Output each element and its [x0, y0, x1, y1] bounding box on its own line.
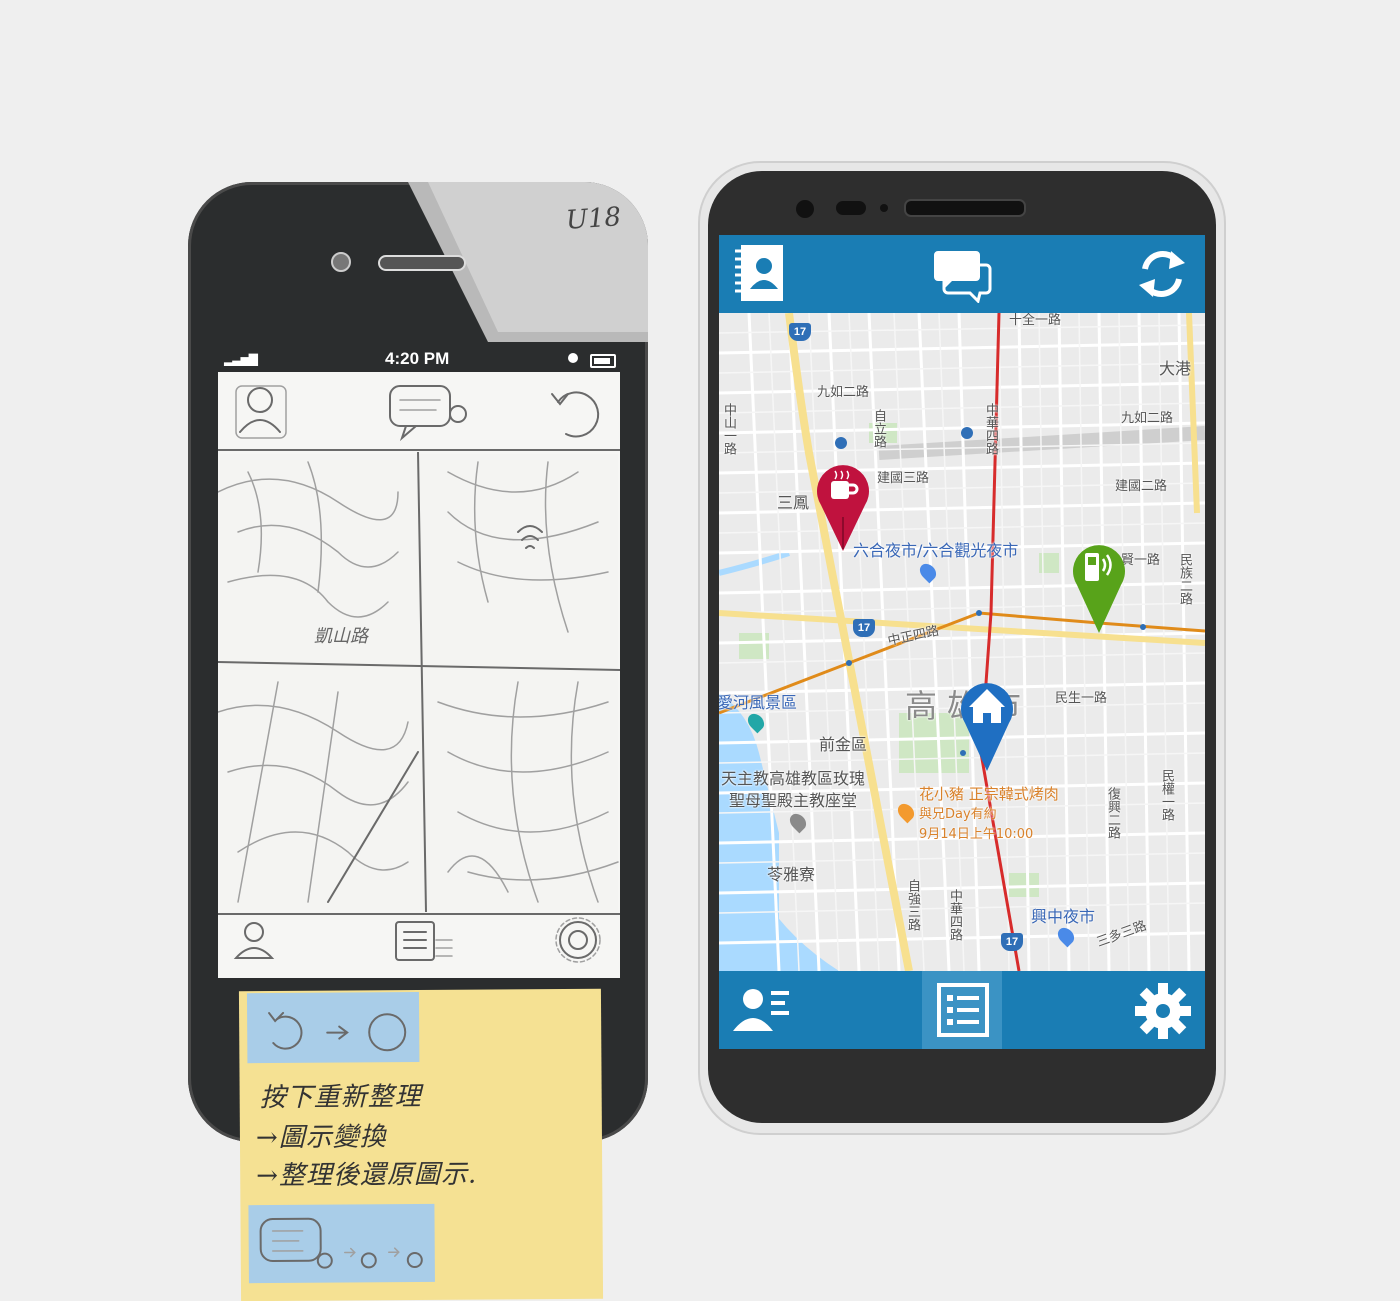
list-tab[interactable]: [935, 983, 991, 1037]
home-pin[interactable]: [959, 679, 1015, 773]
contacts-button[interactable]: [733, 243, 787, 303]
sketch-map: [218, 452, 620, 912]
android-phone-body: 17 17 17 高雄市 前金區 苓雅寮 九如二路 九如二路 建國二路 建國三路…: [708, 171, 1216, 1123]
sketch-bottom-bar: [218, 913, 620, 963]
refresh-flow-sketch: [268, 1011, 407, 1052]
sticky-line-1: 按下重新整理: [259, 1081, 422, 1114]
settings-tab[interactable]: [1133, 981, 1193, 1041]
bottom-nav-bar: [719, 971, 1205, 1049]
road-label: 中山一路: [721, 403, 736, 455]
android-phone-frame: 17 17 17 高雄市 前金區 苓雅寮 九如二路 九如二路 建國二路 建國三路…: [700, 163, 1224, 1133]
road-label: 復興二路: [1105, 787, 1120, 839]
poi-label-night-market[interactable]: 六合夜市/六合觀光夜市: [853, 537, 1018, 561]
proximity-sensor: [836, 201, 866, 215]
address-book-icon: [735, 245, 783, 301]
sketch-screen: 凱山路: [218, 372, 620, 978]
gear-icon: [1135, 983, 1191, 1039]
district-label: 前金區: [819, 735, 868, 754]
list-icon: [937, 983, 989, 1037]
sketch-contacts-icon: [235, 385, 287, 439]
sticky-note: 按下重新整理 →圖示變換 →整理後還原圖示.: [238, 988, 604, 1301]
poi-label-restaurant[interactable]: 花小豬 正宗韓式烤肉: [919, 783, 1059, 804]
map-pin-icon: [961, 683, 1013, 771]
district-label: 苓雅寮: [767, 865, 816, 884]
road-label: 中華四路: [983, 403, 998, 455]
poi-label-scenic[interactable]: 愛河風景區: [719, 689, 797, 713]
poi-label-church-2[interactable]: 聖母聖殿主教座堂: [729, 787, 857, 811]
sketch-settings-icon: [555, 917, 601, 963]
route-shield: 17: [789, 323, 811, 341]
road-label: 十全一路: [1009, 313, 1062, 328]
road-label: 自立路: [871, 409, 886, 448]
signal-icon: ▂▃▅▇: [224, 352, 258, 366]
sketch-top-bar: [218, 385, 620, 451]
chat-bubbles-icon: [934, 251, 992, 304]
chat-flow-sketch: [259, 1217, 423, 1269]
app-screen: 17 17 17 高雄市 前金區 苓雅寮 九如二路 九如二路 建國二路 建國三路…: [719, 235, 1205, 1049]
sketch-speaker: [378, 255, 466, 271]
refresh-icon: [1139, 251, 1185, 297]
road-label: 九如二路: [817, 385, 870, 400]
road-label: 自強三路: [905, 879, 920, 931]
road-label: 九如二路: [1121, 411, 1174, 426]
led-indicator: [880, 204, 888, 212]
sticky-line-3: →整理後還原圖示.: [256, 1159, 478, 1192]
phone-pin[interactable]: [1071, 541, 1127, 635]
sketch-camera-icon: [331, 252, 351, 272]
sketch-list-icon: [395, 921, 453, 961]
route-shield: 17: [1001, 933, 1023, 951]
sketch-profile-icon: [233, 922, 275, 959]
poi-label-event-time[interactable]: 9月14日上午10:00: [919, 823, 1033, 842]
chat-button[interactable]: [932, 245, 992, 304]
profile-tab[interactable]: [733, 985, 795, 1037]
coffee-pin[interactable]: [815, 461, 871, 553]
road-label: 民權一路: [1159, 769, 1174, 821]
road-label: 三鳳: [777, 493, 810, 512]
user-list-icon: [733, 989, 789, 1031]
sticky-line-2: →圖示變換: [255, 1122, 387, 1154]
road-label: 中華四路: [947, 889, 962, 941]
route-shield: 17: [853, 619, 875, 637]
sketch-status-bar: ▂▃▅▇ 4:20 PM: [220, 346, 620, 374]
map-view[interactable]: 17 17 17 高雄市 前金區 苓雅寮 九如二路 九如二路 建國二路 建國三路…: [719, 313, 1205, 971]
sticky-flow-bottom: [248, 1203, 435, 1284]
poi-label-night-market-2[interactable]: 興中夜市: [1031, 903, 1095, 927]
sketch-road-label: 凱山路: [314, 626, 368, 647]
sketch-refresh-icon: [551, 391, 600, 438]
poi-label-church-1[interactable]: 天主教高雄教區玫瑰: [721, 765, 865, 789]
alarm-icon: [568, 353, 578, 363]
front-camera-icon: [796, 200, 814, 218]
road-label: 建國二路: [1115, 479, 1168, 494]
road-label: 大港: [1159, 359, 1192, 378]
top-app-bar: [719, 235, 1205, 313]
map-pin-icon: [817, 465, 869, 551]
road-label: 民族二路: [1177, 553, 1192, 605]
road-label: 民生一路: [1055, 691, 1108, 706]
battery-icon: [590, 354, 616, 368]
road-label: 建國三路: [877, 471, 930, 486]
refresh-button[interactable]: [1133, 245, 1191, 303]
sketch-corner-mark: U18: [565, 202, 622, 236]
earpiece-speaker: [904, 199, 1026, 217]
sticky-flow-top: [246, 992, 420, 1064]
sketch-status-time: 4:20 PM: [385, 349, 450, 368]
sketch-chat-icon: [389, 385, 467, 442]
poi-label-event[interactable]: 與兄Day有約: [919, 803, 997, 822]
map-pin-icon: [1073, 545, 1125, 633]
